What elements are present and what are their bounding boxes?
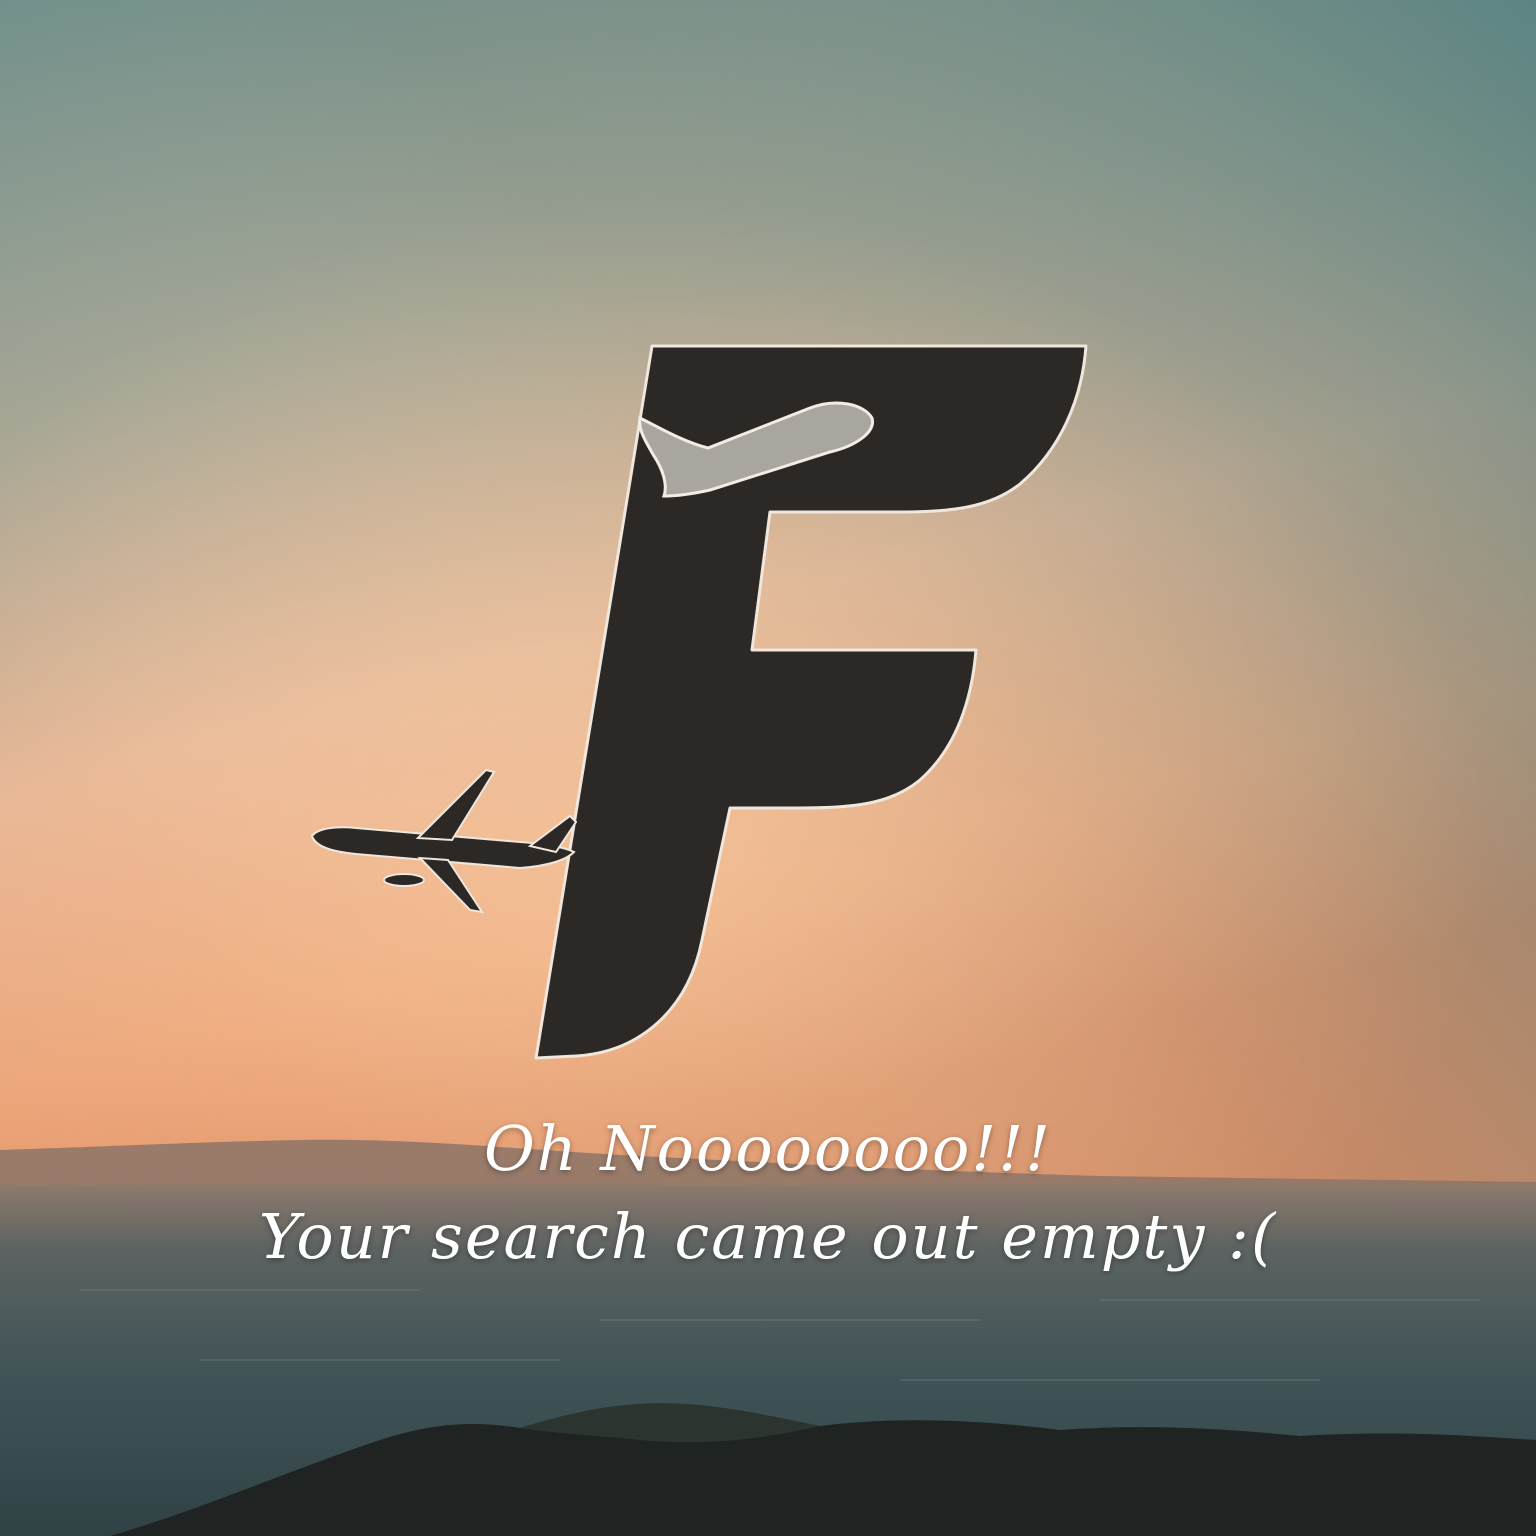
- sun-glow: [0, 0, 1536, 1190]
- background-scene: [0, 0, 1536, 1536]
- empty-state-headline: Oh Noooooooo!!!: [483, 1112, 1053, 1185]
- empty-state-message: Your search came out empty :(: [258, 1200, 1278, 1273]
